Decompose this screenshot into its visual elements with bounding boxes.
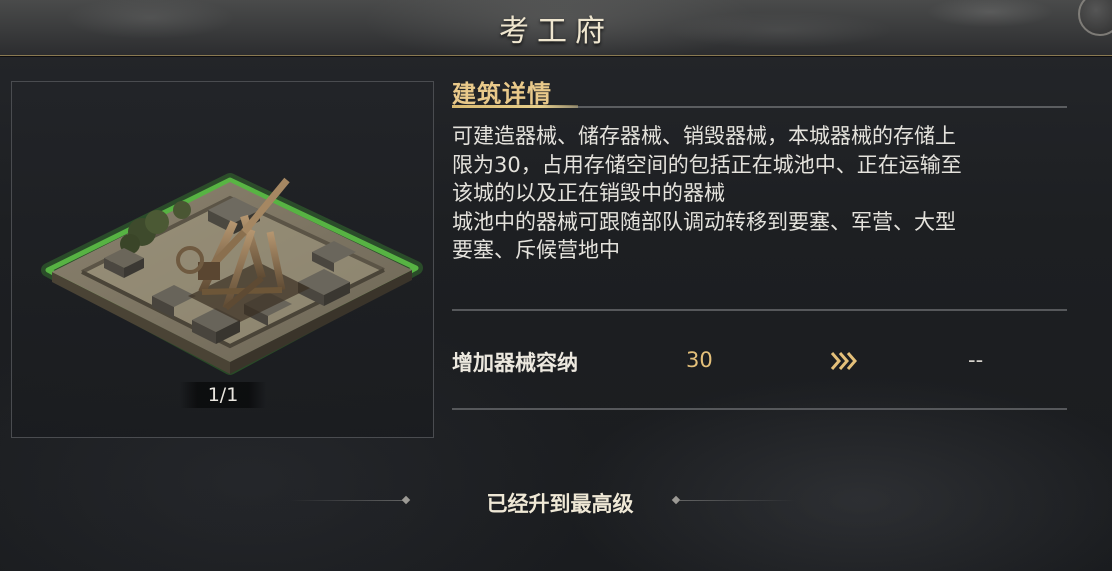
stat-divider-bottom [452,408,1067,410]
description-line: 城池中的器械可跟随部队调动转移到要塞、军营、大型 [452,209,956,234]
stat-divider-top [452,309,1067,311]
section-title: 建筑详情 [452,80,552,108]
page-title: 考工府 [499,14,613,49]
title-bar: 考工府 [0,0,1112,56]
stat-current-value: 30 [686,348,713,372]
stat-next-value: -- [968,348,984,372]
siege-workshop-building-image [41,173,423,375]
triple-chevron-right-icon [830,352,857,370]
building-image-panel: 1/1 [11,81,434,438]
description-line: 可建造器械、储存器械、销毁器械，本城器械的存储上 [452,124,956,148]
building-description: 可建造器械、储存器械、销毁器械，本城器械的存储上 限为30，占用存储空间的包括正… [452,122,1067,265]
page-indicator: 1/1 [180,382,266,408]
building-detail-screen: 考工府 1/1 建筑详情 可建造器械、储存器械、销毁器械，本城器械的存储上 限为… [0,0,1112,571]
description-line: 该城的以及正在销毁中的器械 [452,181,725,205]
description-line: 限为30，占用存储空间的包括正在城池中、正在运输至 [452,152,962,177]
description-line: 要塞、斥候营地中 [452,238,620,262]
section-title-underline [452,105,578,108]
max-level-status: 已经升到最高级 [486,492,634,516]
status-ornament-line-right [680,500,795,501]
stat-label: 增加器械容纳 [452,351,578,375]
